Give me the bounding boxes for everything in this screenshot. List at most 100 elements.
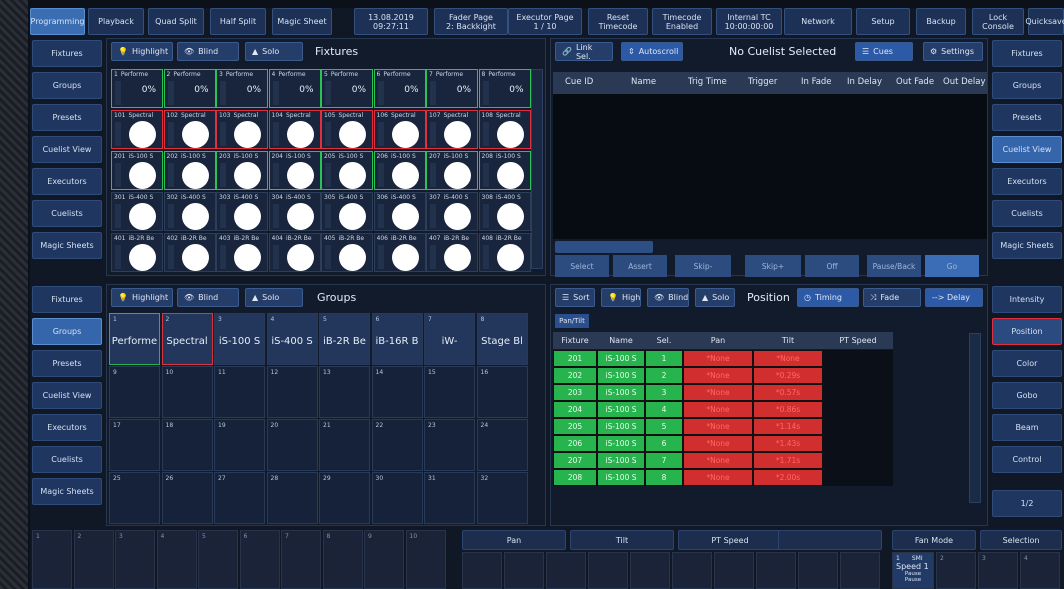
position-column-header[interactable]: PT Speed [823, 332, 893, 349]
fixture-cell[interactable]: 204 iS-100 S [268, 151, 321, 190]
fixture-cell[interactable]: 2 Performe 0% [163, 69, 216, 108]
link-sel-button[interactable]: 🔗 Link Sel. [555, 42, 613, 61]
encoder-slot[interactable] [504, 552, 544, 589]
position-column-header[interactable]: Sel. [645, 332, 683, 349]
right_sidebar_top-item-3[interactable]: Cuelist View [992, 136, 1062, 163]
topbar-item-13[interactable]: Backup [916, 8, 966, 35]
solo-button[interactable]: ▲ Solo [245, 42, 303, 61]
group-cell[interactable]: 26 [161, 472, 213, 524]
cue-column-header[interactable]: Cue ID [565, 77, 593, 87]
group-cell[interactable]: 5 iB-2R Be [319, 313, 370, 365]
playback-slot[interactable]: 10 [405, 530, 446, 589]
cue-column-header[interactable]: In Fade [801, 77, 832, 87]
playback-slot[interactable]: 2 [73, 530, 114, 589]
fan-mode-button[interactable]: Fan Mode [892, 530, 976, 550]
position-column-header[interactable]: Name [597, 332, 645, 349]
autoscroll-button[interactable]: ⇕ Autoscroll [621, 42, 683, 61]
encoder-slot[interactable] [588, 552, 628, 589]
group-cell[interactable]: 13 [319, 366, 370, 418]
cue-hscroll[interactable] [555, 241, 653, 253]
group-cell[interactable]: 18 [161, 419, 213, 471]
left_sidebar_top-item-2[interactable]: Presets [32, 104, 102, 131]
fixture-cell[interactable]: 101 Spectral [111, 110, 163, 149]
group-highlight-button[interactable]: 💡 Highlight [111, 288, 173, 307]
group-cell[interactable]: 31 [424, 472, 475, 524]
selection-button[interactable]: Selection [980, 530, 1062, 550]
encoder-label[interactable]: Pan [462, 530, 566, 550]
position-scrollbar[interactable] [969, 333, 981, 503]
fixture-cell[interactable]: 406 iB-2R Be [373, 233, 426, 272]
encoder-slot[interactable] [840, 552, 880, 589]
group-cell[interactable]: 22 [371, 419, 423, 471]
playback-slot[interactable]: 3 [115, 530, 155, 589]
cue-column-header[interactable]: Out Delay [943, 77, 986, 87]
encoder-slot[interactable] [714, 552, 754, 589]
fixture-cell[interactable]: 305 iS-400 S [321, 192, 373, 231]
right_sidebar_bottom-item-2[interactable]: Color [992, 350, 1062, 377]
fixture-cell[interactable]: 303 iS-400 S [216, 192, 268, 231]
topbar-item-14[interactable]: Lock Console [972, 8, 1024, 35]
right_sidebar_top-item-5[interactable]: Cuelists [992, 200, 1062, 227]
delay-button[interactable]: --> Delay [925, 288, 983, 307]
left_sidebar_top-item-1[interactable]: Groups [32, 72, 102, 99]
settings-button[interactable]: ⚙ Settings [923, 42, 983, 61]
position-row[interactable]: 201 iS-100 S 1 *None *None [553, 350, 893, 367]
topbar-item-3[interactable]: Half Split [210, 8, 266, 35]
group-cell[interactable]: 8 Stage Bl [476, 313, 528, 365]
left_sidebar_bottom-item-3[interactable]: Cuelist View [32, 382, 102, 409]
group-cell[interactable]: 11 [214, 366, 265, 418]
left_sidebar_bottom-item-4[interactable]: Executors [32, 414, 102, 441]
speed-slot[interactable]: 4 [1020, 552, 1060, 589]
fixture-cell[interactable]: 201 iS-100 S [111, 151, 163, 190]
group-cell[interactable]: 32 [476, 472, 528, 524]
encoder-slot[interactable] [672, 552, 712, 589]
group-cell[interactable]: 17 [109, 419, 160, 471]
fixture-cell[interactable]: 108 Spectral [478, 110, 531, 149]
fixture-cell[interactable]: 202 iS-100 S [163, 151, 216, 190]
fixture-cell[interactable]: 206 iS-100 S [373, 151, 426, 190]
group-cell[interactable]: 15 [424, 366, 475, 418]
group-solo-button[interactable]: ▲ Solo [245, 288, 303, 307]
fixture-cell[interactable]: 106 Spectral [373, 110, 426, 149]
cue-control-button[interactable]: Select [555, 255, 609, 277]
topbar-item-15[interactable]: Quicksave [1025, 8, 1064, 35]
left_sidebar_top-item-0[interactable]: Fixtures [32, 40, 102, 67]
position-column-header[interactable]: Fixture [553, 332, 597, 349]
fixture-cell[interactable]: 403 iB-2R Be [216, 233, 268, 272]
group-cell[interactable]: 19 [214, 419, 265, 471]
left_sidebar_top-item-3[interactable]: Cuelist View [32, 136, 102, 163]
topbar-item-8[interactable]: Reset Timecode [588, 8, 648, 35]
right_sidebar_bottom-item-1[interactable]: Position [992, 318, 1062, 345]
topbar-item-9[interactable]: Timecode Enabled [652, 8, 712, 35]
topbar-item-6[interactable]: Fader Page 2: Backkight [434, 8, 508, 35]
playback-slot[interactable]: 8 [322, 530, 363, 589]
group-cell[interactable]: 27 [214, 472, 265, 524]
right_sidebar_bottom-item-5[interactable]: Control [992, 446, 1062, 473]
left_sidebar_bottom-item-0[interactable]: Fixtures [32, 286, 102, 313]
fixture-cell[interactable]: 7 Performe 0% [426, 69, 478, 108]
fixture-cell[interactable]: 301 iS-400 S [111, 192, 163, 231]
cue-control-button[interactable]: Pause/Back [867, 255, 921, 277]
encoder-slot[interactable] [462, 552, 502, 589]
left_sidebar_top-item-5[interactable]: Cuelists [32, 200, 102, 227]
right_sidebar_top-item-1[interactable]: Groups [992, 72, 1062, 99]
left_sidebar_bottom-item-2[interactable]: Presets [32, 350, 102, 377]
cue-control-button[interactable]: Skip- [675, 255, 731, 277]
group-cell[interactable]: 25 [109, 472, 160, 524]
playback-slot[interactable]: 9 [364, 530, 404, 589]
group-cell[interactable]: 20 [266, 419, 318, 471]
topbar-item-4[interactable]: Magic Sheet [272, 8, 332, 35]
right_sidebar_top-item-0[interactable]: Fixtures [992, 40, 1062, 67]
speed-slot[interactable]: 3 [978, 552, 1018, 589]
group-cell[interactable]: 14 [371, 366, 423, 418]
fixture-cell[interactable]: 401 iB-2R Be [111, 233, 163, 272]
left_sidebar_bottom-item-5[interactable]: Cuelists [32, 446, 102, 473]
group-cell[interactable]: 29 [319, 472, 370, 524]
group-cell[interactable]: 21 [319, 419, 370, 471]
fixture-cell[interactable]: 207 iS-100 S [426, 151, 478, 190]
pan-tilt-tab[interactable]: Pan/Tilt [555, 314, 589, 328]
encoder-label[interactable]: PT Speed [678, 530, 782, 550]
fixture-cell[interactable]: 404 iB-2R Be [268, 233, 321, 272]
group-cell[interactable]: 16 [476, 366, 528, 418]
position-row[interactable]: 207 iS-100 S 7 *None *1.71s [553, 452, 893, 469]
